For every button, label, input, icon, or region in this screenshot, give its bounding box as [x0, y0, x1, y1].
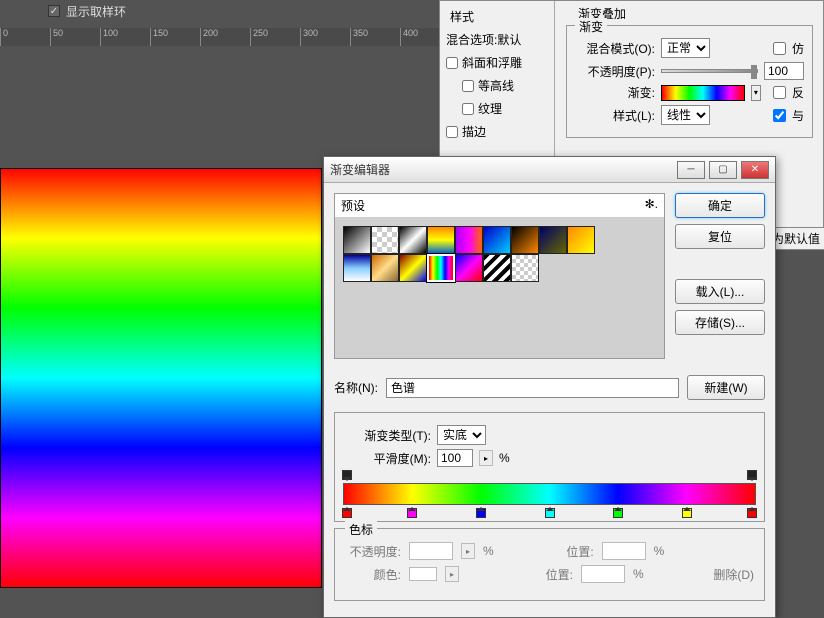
maximize-button[interactable]: ▢: [709, 161, 737, 179]
gradient-legend: 渐变: [575, 18, 607, 35]
preset-item-selected[interactable]: [427, 254, 455, 282]
gradient-dropdown-icon[interactable]: ▾: [751, 85, 761, 101]
color-position-input[interactable]: [581, 565, 625, 583]
bevel-checkbox[interactable]: [446, 57, 458, 69]
preset-item[interactable]: [399, 254, 427, 282]
color-stop[interactable]: [545, 508, 555, 518]
ok-button[interactable]: 确定: [675, 193, 765, 218]
bevel-item[interactable]: 斜面和浮雕: [440, 51, 554, 74]
color-stop[interactable]: [407, 508, 417, 518]
name-input[interactable]: [386, 378, 679, 398]
blend-mode-select[interactable]: 正常: [661, 38, 710, 58]
preset-item[interactable]: [511, 226, 539, 254]
dialog-buttons: 确定 复位 载入(L)... 存储(S)...: [675, 193, 765, 359]
gradient-editor-dialog: 渐变编辑器 ─ ▢ ✕ 预设 ✻.: [323, 156, 776, 618]
preset-gear-icon[interactable]: ✻.: [645, 197, 658, 214]
styles-header[interactable]: 样式: [440, 5, 554, 28]
color-stop[interactable]: [747, 508, 757, 518]
preset-item[interactable]: [371, 226, 399, 254]
preset-item[interactable]: [511, 254, 539, 282]
contour-checkbox[interactable]: [462, 80, 474, 92]
ruler-tick: 50: [50, 28, 100, 46]
gradient-type-box: 渐变类型(T): 实底 平滑度(M): ▸ %: [334, 412, 765, 522]
contour-item[interactable]: 等高线: [440, 74, 554, 97]
stop-opacity-input[interactable]: [409, 542, 453, 560]
preset-item[interactable]: [455, 254, 483, 282]
dummy-cb1[interactable]: [773, 42, 786, 55]
smooth-input[interactable]: [437, 449, 473, 467]
name-label: 名称(N):: [334, 379, 378, 396]
ruler-tick: 150: [150, 28, 200, 46]
stroke-checkbox[interactable]: [446, 126, 458, 138]
ruler-tick: 0: [0, 28, 50, 46]
smooth-stepper-icon[interactable]: ▸: [479, 450, 493, 466]
minimize-button[interactable]: ─: [677, 161, 705, 179]
blend-mode-row: 混合模式(O): 正常 仿: [575, 38, 804, 58]
name-row: 名称(N): 新建(W): [324, 369, 775, 406]
style-settings: 渐变叠加 渐变 混合模式(O): 正常 仿 不透明度(P): 渐变: ▾ 反: [556, 1, 823, 150]
preset-item[interactable]: [371, 254, 399, 282]
stepper-icon[interactable]: ▸: [461, 543, 475, 559]
color-swatch[interactable]: [409, 567, 437, 581]
style-row: 样式(L): 线性 与: [575, 105, 804, 125]
preset-item[interactable]: [343, 254, 371, 282]
color-stops-box: 色标 不透明度: ▸ % 位置: % 颜色: ▸ 位置: % 删除(D): [334, 528, 765, 601]
opacity-stop-row: 不透明度: ▸ % 位置: %: [345, 542, 754, 560]
load-button[interactable]: 载入(L)...: [675, 279, 765, 304]
texture-item[interactable]: 纹理: [440, 97, 554, 120]
opacity-row: 不透明度(P):: [575, 62, 804, 80]
color-stop-row: 颜色: ▸ 位置: % 删除(D): [345, 565, 754, 583]
new-button[interactable]: 新建(W): [687, 375, 765, 400]
preset-item[interactable]: [483, 254, 511, 282]
preset-item[interactable]: [483, 226, 511, 254]
stops-legend: 色标: [345, 521, 377, 538]
preset-item[interactable]: [399, 226, 427, 254]
opacity-input[interactable]: [764, 62, 804, 80]
color-stop[interactable]: [682, 508, 692, 518]
align-cb[interactable]: [773, 109, 786, 122]
preset-item[interactable]: [567, 226, 595, 254]
stepper-icon[interactable]: ▸: [445, 566, 459, 582]
preset-item[interactable]: [427, 226, 455, 254]
sample-ring-checkbox[interactable]: ✓: [48, 5, 60, 17]
reverse-cb[interactable]: [773, 86, 786, 99]
ruler-tick: 350: [350, 28, 400, 46]
stop-position-input[interactable]: [602, 542, 646, 560]
color-stop[interactable]: [476, 508, 486, 518]
ruler-tick: 100: [100, 28, 150, 46]
sample-ring-label: 显示取样环: [66, 3, 126, 20]
gradient-style-select[interactable]: 线性: [661, 105, 710, 125]
texture-checkbox[interactable]: [462, 103, 474, 115]
reset-button[interactable]: 复位: [675, 224, 765, 249]
opacity-slider[interactable]: [661, 69, 758, 73]
horizontal-ruler[interactable]: 0 50 100 150 200 250 300 350 400: [0, 28, 440, 46]
ruler-tick: 250: [250, 28, 300, 46]
preset-box: 预设 ✻.: [334, 193, 665, 359]
save-button[interactable]: 存储(S)...: [675, 310, 765, 335]
presets-label: 预设: [341, 197, 365, 214]
stroke-item[interactable]: 描边: [440, 120, 554, 143]
gradient-editor-rail[interactable]: [343, 483, 756, 505]
gradient-type-select[interactable]: 实底: [437, 425, 486, 445]
dialog-titlebar[interactable]: 渐变编辑器 ─ ▢ ✕: [324, 157, 775, 183]
blend-options-item[interactable]: 混合选项:默认: [440, 28, 554, 51]
close-button[interactable]: ✕: [741, 161, 769, 179]
preset-grid: [335, 218, 664, 358]
color-stop[interactable]: [613, 508, 623, 518]
preset-item[interactable]: [539, 226, 567, 254]
opacity-stop[interactable]: [342, 470, 352, 480]
gradient-row: 渐变: ▾ 反: [575, 84, 804, 101]
opacity-stop[interactable]: [747, 470, 757, 480]
document-canvas[interactable]: [0, 168, 322, 588]
gradient-picker[interactable]: [661, 85, 745, 101]
ruler-tick: 200: [200, 28, 250, 46]
ruler-tick: 300: [300, 28, 350, 46]
color-stop[interactable]: [342, 508, 352, 518]
gradient-strip[interactable]: [343, 483, 756, 505]
preset-item[interactable]: [455, 226, 483, 254]
delete-button[interactable]: 删除(D): [713, 566, 754, 583]
preset-item[interactable]: [343, 226, 371, 254]
dialog-title: 渐变编辑器: [330, 161, 390, 178]
